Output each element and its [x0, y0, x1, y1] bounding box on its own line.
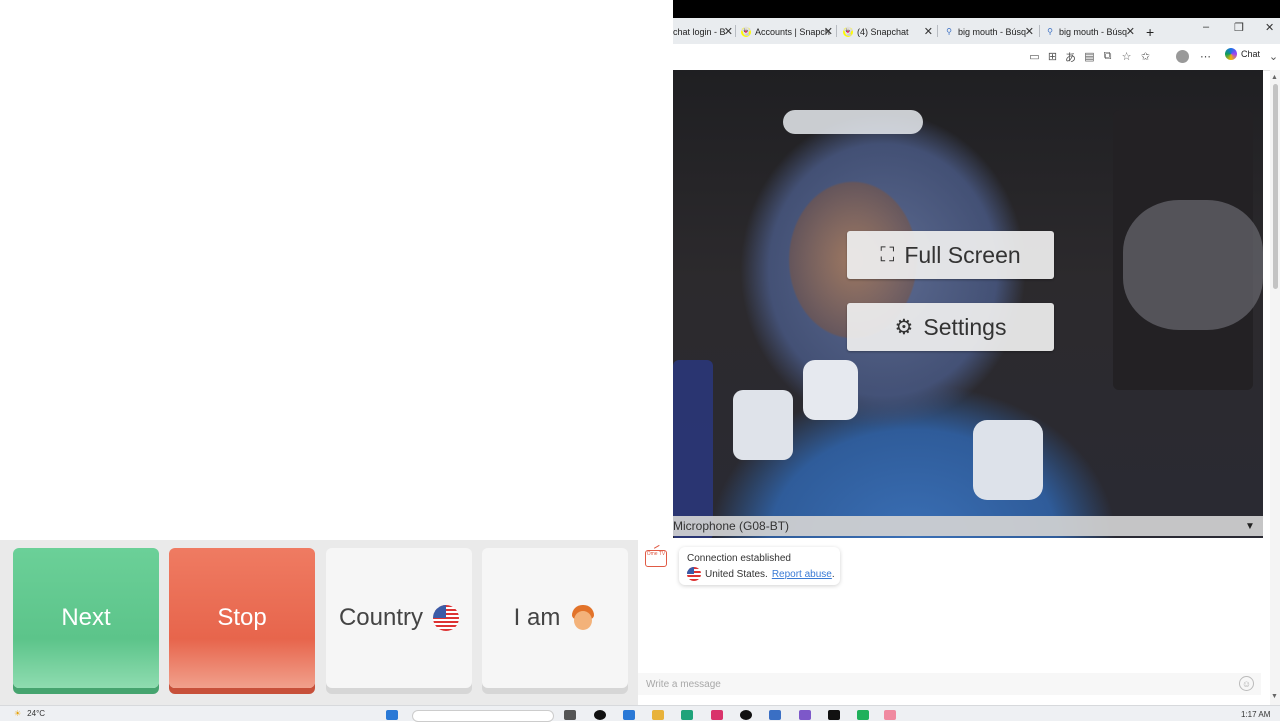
copilot-chat-button[interactable]: Chat — [1224, 48, 1260, 60]
stop-button[interactable]: Stop — [169, 548, 315, 688]
taskview-icon[interactable] — [564, 710, 576, 720]
search-icon: ⚲ — [1047, 27, 1053, 36]
extensions-icon[interactable]: ⧉ — [1101, 50, 1114, 63]
app-icon[interactable] — [799, 710, 811, 720]
tab-big-mouth-2[interactable]: ⚲ big mouth - Búsq ✕ — [1045, 21, 1135, 42]
more-icon[interactable]: ⋯ — [1199, 50, 1212, 63]
taskbar — [0, 705, 1280, 721]
ometv-logo-icon: Ome TV — [645, 544, 669, 568]
scroll-down-icon[interactable]: ▼ — [1271, 693, 1278, 700]
app-icon[interactable] — [740, 710, 752, 720]
search-box[interactable] — [412, 710, 554, 722]
clock: 1:17 AM — [1241, 710, 1271, 719]
app-icon[interactable] — [594, 710, 606, 720]
weather-icon: ☀ — [14, 709, 22, 718]
partner-country: United States. — [705, 568, 768, 580]
edge-icon[interactable] — [681, 710, 693, 720]
video-icon[interactable]: ▭ — [1028, 50, 1041, 63]
scroll-up-icon[interactable]: ▲ — [1271, 74, 1278, 81]
tab-chat-login[interactable]: chat login - B ✕ — [673, 21, 733, 42]
boy-avatar-icon — [570, 605, 596, 631]
close-icon[interactable]: ✕ — [724, 25, 733, 38]
fullscreen-icon: ⛶ — [880, 243, 895, 266]
country-button[interactable]: Country — [326, 548, 472, 688]
copilot-icon — [1224, 48, 1237, 60]
dropdown-arrow-icon: ▼ — [1245, 520, 1255, 532]
report-abuse-link[interactable]: Report abuse — [772, 569, 832, 580]
browser-toolbar: ▭ ⊞ あ ▤ ⧉ ☆ ✩ ⋯ Chat ⌄ — [673, 44, 1280, 71]
connection-status: Connection established — [687, 553, 791, 564]
close-icon[interactable]: ✕ — [924, 25, 933, 38]
emoji-icon[interactable]: ☺ — [1239, 676, 1254, 691]
app-icon[interactable] — [828, 710, 840, 720]
close-icon[interactable]: ✕ — [1126, 25, 1135, 38]
browser-top-strip — [673, 0, 1280, 18]
app-icon[interactable] — [623, 710, 635, 720]
tab-snapchat[interactable]: 👻 (4) Snapchat ✕ — [843, 21, 933, 42]
app-icon[interactable] — [711, 710, 723, 720]
tab-big-mouth-1[interactable]: ⚲ big mouth - Búsq ✕ — [944, 21, 1034, 42]
chevron-down-icon[interactable]: ⌄ — [1267, 50, 1280, 63]
microphone-select[interactable]: Microphone (G08-BT) ▼ — [673, 516, 1263, 536]
restore-icon[interactable]: ❐ — [1234, 21, 1244, 34]
us-flag-icon — [433, 605, 460, 631]
new-tab-button[interactable]: + — [1146, 21, 1162, 42]
next-button[interactable]: Next — [13, 548, 159, 688]
favorites-icon[interactable]: ✩ — [1139, 50, 1152, 63]
close-window-icon[interactable]: ✕ — [1265, 21, 1274, 34]
message-input[interactable] — [638, 673, 1261, 695]
scrollbar-thumb[interactable] — [1273, 84, 1278, 289]
weather-widget[interactable]: ☀ 24°C — [14, 709, 45, 718]
app-icon[interactable] — [884, 710, 896, 720]
snapchat-icon: 👻 — [741, 26, 751, 37]
us-flag-icon — [687, 567, 701, 581]
profile-avatar[interactable] — [1176, 50, 1189, 63]
folder-icon[interactable] — [652, 710, 664, 720]
start-icon[interactable] — [386, 710, 398, 720]
translate-icon[interactable]: あ — [1064, 50, 1077, 64]
tab-strip: chat login - B ✕ 👻 Accounts | Snapch ✕ 👻… — [673, 18, 1280, 44]
settings-button[interactable]: ⚙ Settings — [847, 303, 1054, 351]
app-icon[interactable] — [857, 710, 869, 720]
reader-icon[interactable]: ▤ — [1083, 50, 1096, 63]
minimize-icon[interactable]: – — [1203, 21, 1209, 33]
close-icon[interactable]: ✕ — [1025, 25, 1034, 38]
snapchat-icon: 👻 — [843, 26, 853, 37]
star-icon[interactable]: ☆ — [1120, 50, 1133, 63]
search-icon: ⚲ — [946, 27, 952, 36]
tab-accounts-snapchat[interactable]: 👻 Accounts | Snapch ✕ — [741, 21, 833, 42]
close-icon[interactable]: ✕ — [824, 25, 833, 38]
system-message: Connection established United States. Re… — [679, 547, 840, 585]
gender-button[interactable]: I am — [482, 548, 628, 688]
fullscreen-button[interactable]: ⛶ Full Screen — [847, 231, 1054, 279]
app-icon[interactable] — [769, 710, 781, 720]
apps-icon[interactable]: ⊞ — [1046, 50, 1059, 63]
gear-icon: ⚙ — [894, 315, 914, 339]
